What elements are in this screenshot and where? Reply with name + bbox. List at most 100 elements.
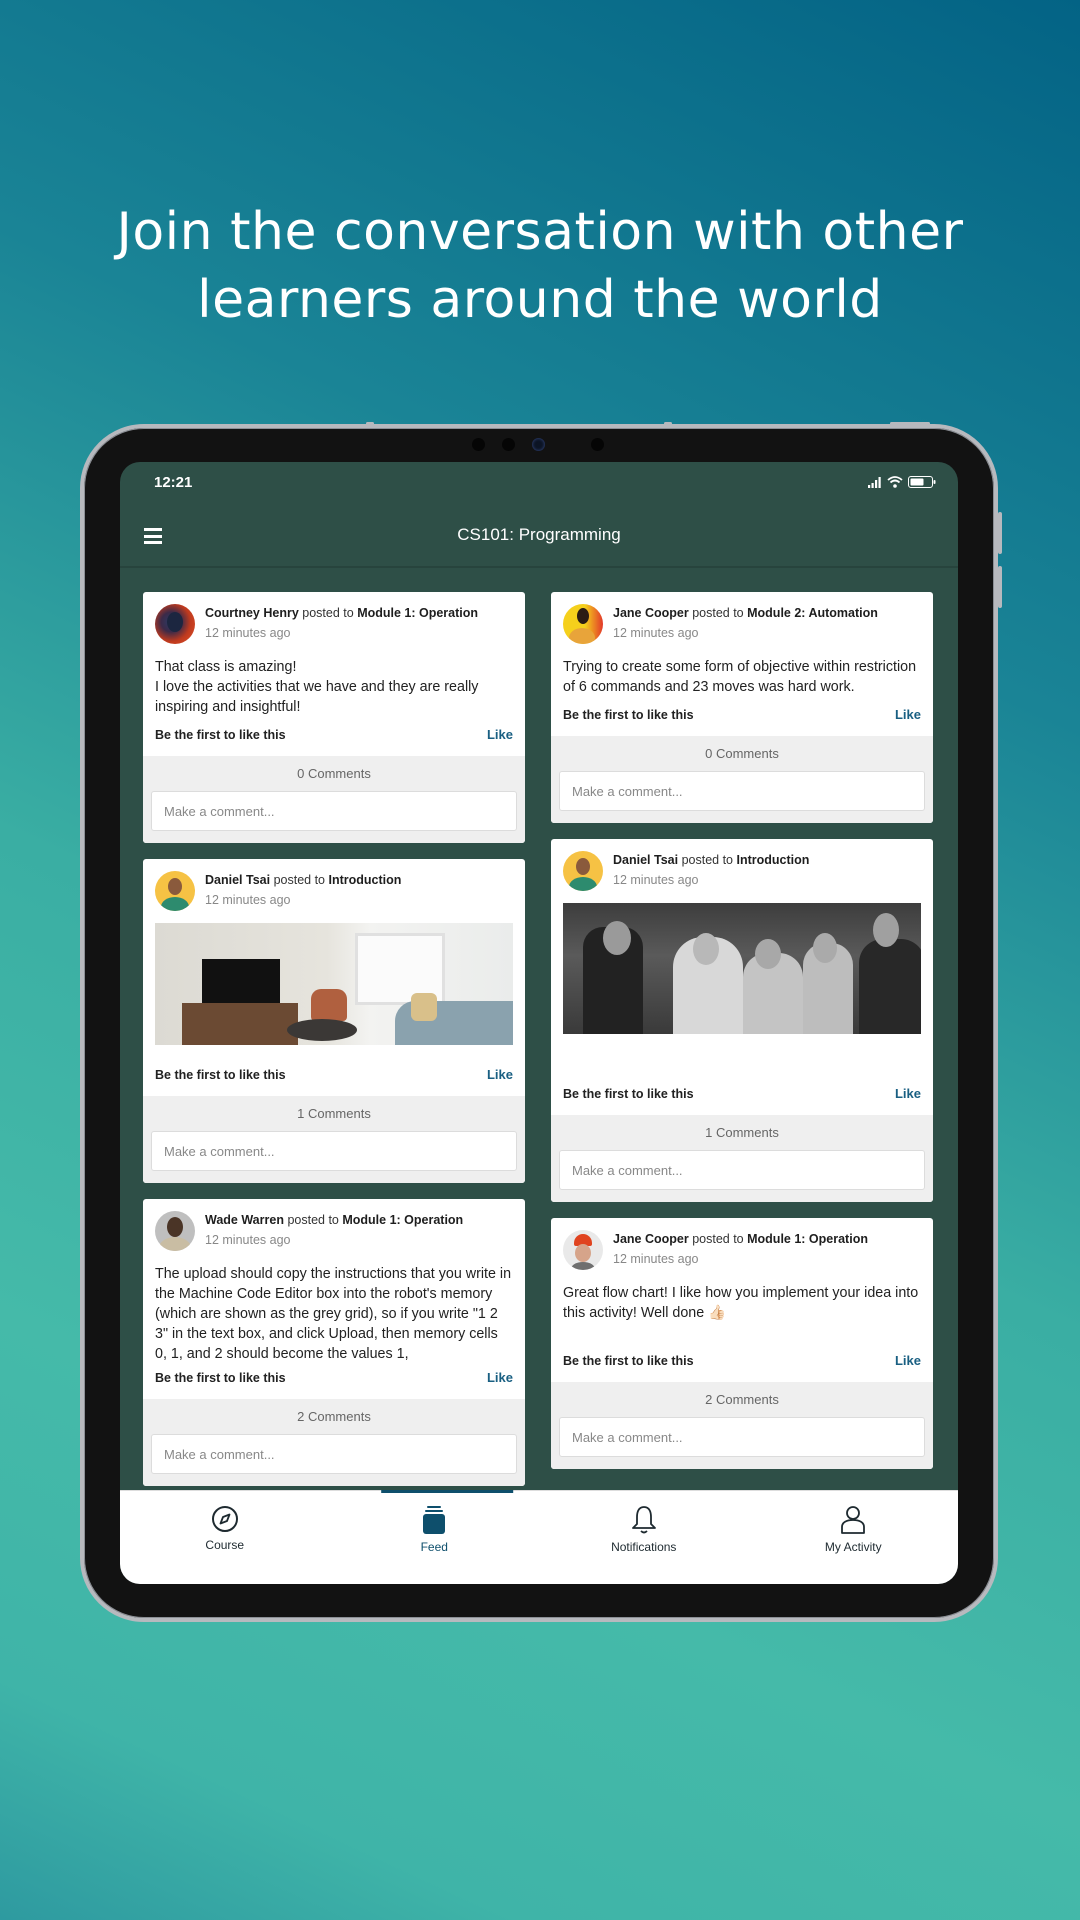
post-module-link[interactable]: Module 1: Operation xyxy=(342,1213,463,1227)
posted-to-text: posted to xyxy=(692,606,744,620)
volume-up-button xyxy=(998,512,1002,554)
like-status: Be the first to like this xyxy=(155,1067,286,1082)
comments-count[interactable]: 1 Comments xyxy=(559,1125,925,1140)
sensor-dot xyxy=(502,438,515,451)
post-module-link[interactable]: Introduction xyxy=(328,873,401,887)
post-author[interactable]: Jane Cooper xyxy=(613,606,689,620)
post-text: Great flow chart! I like how you impleme… xyxy=(563,1285,919,1321)
like-status: Be the first to like this xyxy=(563,707,694,722)
compass-icon xyxy=(211,1506,238,1532)
avatar[interactable] xyxy=(563,1230,603,1270)
comment-input[interactable] xyxy=(151,1434,517,1474)
post-module-link[interactable]: Module 1: Operation xyxy=(747,1232,868,1246)
comments-count[interactable]: 0 Comments xyxy=(559,746,925,761)
top-button-right xyxy=(664,422,672,425)
feed-column-left: Courtney Henry posted to Module 1: Opera… xyxy=(143,592,525,1490)
post-author[interactable]: Daniel Tsai xyxy=(613,853,678,867)
camera-icon xyxy=(532,438,545,451)
post-time: 12 minutes ago xyxy=(613,1252,699,1266)
tablet-frame: 12:21 CS101: Programming Courtney Henry … xyxy=(80,422,1002,1622)
nav-course[interactable]: Course xyxy=(120,1491,330,1584)
status-bar: 12:21 xyxy=(120,462,958,508)
top-button-left xyxy=(366,422,374,425)
post-text: Trying to create some form of objective … xyxy=(563,659,917,695)
top-button-power xyxy=(890,422,930,425)
nav-notifications[interactable]: Notifications xyxy=(539,1491,749,1584)
comments-count[interactable]: 1 Comments xyxy=(151,1106,517,1121)
battery-icon xyxy=(908,476,936,488)
post-time: 12 minutes ago xyxy=(205,893,291,907)
nav-label: My Activity xyxy=(824,1540,882,1554)
like-status: Be the first to like this xyxy=(563,1086,694,1101)
post-time: 12 minutes ago xyxy=(613,626,699,640)
comments-count[interactable]: 0 Comments xyxy=(151,766,517,781)
like-status: Be the first to like this xyxy=(155,727,286,742)
user-icon xyxy=(841,1506,866,1534)
post-author[interactable]: Daniel Tsai xyxy=(205,873,270,887)
sensor-dot xyxy=(591,438,604,451)
comment-input[interactable] xyxy=(559,1417,925,1457)
like-button[interactable]: Like xyxy=(487,727,513,742)
avatar[interactable] xyxy=(155,871,195,911)
like-status: Be the first to like this xyxy=(563,1353,694,1368)
post-time: 12 minutes ago xyxy=(205,626,291,640)
app-header: CS101: Programming xyxy=(120,508,958,568)
feed[interactable]: Courtney Henry posted to Module 1: Opera… xyxy=(120,570,958,1490)
post-card: Daniel Tsai posted to Introduction 12 mi… xyxy=(551,839,933,1202)
post-author[interactable]: Jane Cooper xyxy=(613,1232,689,1246)
post-text: That class is amazing! I love the activi… xyxy=(155,657,513,717)
posted-to-text: posted to xyxy=(692,1232,744,1246)
avatar[interactable] xyxy=(563,851,603,891)
nav-label: Course xyxy=(205,1538,245,1552)
nav-my-activity[interactable]: My Activity xyxy=(749,1491,959,1584)
posted-to-text: posted to xyxy=(302,606,354,620)
avatar[interactable] xyxy=(155,604,195,644)
sensor-dot xyxy=(472,438,485,451)
like-button[interactable]: Like xyxy=(895,1086,921,1101)
post-card: Daniel Tsai posted to Introduction 12 mi… xyxy=(143,859,525,1183)
nav-label: Feed xyxy=(420,1540,448,1554)
comment-input[interactable] xyxy=(151,1131,517,1171)
bottom-nav: Course Feed Notifications My Activity xyxy=(120,1490,958,1584)
page-title: CS101: Programming xyxy=(457,525,621,544)
post-module-link[interactable]: Module 1: Operation xyxy=(357,606,478,620)
like-button[interactable]: Like xyxy=(487,1370,513,1385)
like-button[interactable]: Like xyxy=(895,707,921,722)
post-card: Wade Warren posted to Module 1: Operatio… xyxy=(143,1199,525,1486)
post-card: Courtney Henry posted to Module 1: Opera… xyxy=(143,592,525,843)
bell-icon xyxy=(631,1506,656,1534)
headline-line-2: learners around the world xyxy=(197,270,883,330)
posted-to-text: posted to xyxy=(273,873,325,887)
post-card: Jane Cooper posted to Module 2: Automati… xyxy=(551,592,933,823)
avatar[interactable] xyxy=(563,604,603,644)
like-button[interactable]: Like xyxy=(487,1067,513,1082)
nav-label: Notifications xyxy=(611,1540,677,1554)
feed-icon xyxy=(423,1506,446,1534)
comments-count[interactable]: 2 Comments xyxy=(559,1392,925,1407)
wifi-icon xyxy=(887,476,903,488)
comments-count[interactable]: 2 Comments xyxy=(151,1409,517,1424)
group-party-photo[interactable] xyxy=(563,903,921,1034)
like-button[interactable]: Like xyxy=(895,1353,921,1368)
post-author[interactable]: Wade Warren xyxy=(205,1213,284,1227)
post-text-line: That class is amazing! xyxy=(155,659,297,675)
posted-to-text: posted to xyxy=(287,1213,339,1227)
post-module-link[interactable]: Introduction xyxy=(736,853,809,867)
nav-feed[interactable]: Feed xyxy=(330,1490,540,1584)
avatar[interactable] xyxy=(155,1211,195,1251)
app-screen: 12:21 CS101: Programming Courtney Henry … xyxy=(120,462,958,1584)
post-module-link[interactable]: Module 2: Automation xyxy=(747,606,878,620)
feed-column-right: Jane Cooper posted to Module 2: Automati… xyxy=(551,592,933,1485)
headline-line-1: Join the conversation with other xyxy=(116,202,964,262)
comment-input[interactable] xyxy=(559,1150,925,1190)
post-author[interactable]: Courtney Henry xyxy=(205,606,299,620)
comment-input[interactable] xyxy=(151,791,517,831)
volume-down-button xyxy=(998,566,1002,608)
living-room-photo[interactable] xyxy=(155,923,513,1045)
status-time: 12:21 xyxy=(154,474,193,491)
posted-to-text: posted to xyxy=(681,853,733,867)
headline: Join the conversation with other learner… xyxy=(0,198,1080,334)
comment-input[interactable] xyxy=(559,771,925,811)
post-time: 12 minutes ago xyxy=(613,873,699,887)
post-text: The upload should copy the instructions … xyxy=(155,1266,512,1360)
